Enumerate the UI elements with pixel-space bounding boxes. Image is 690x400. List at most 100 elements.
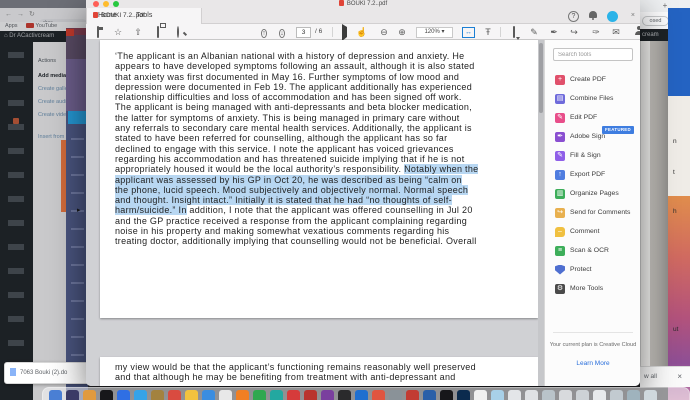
pane-toggle-arrow[interactable]: ▸ — [77, 206, 81, 214]
bookmark-youtube[interactable]: YouTube — [36, 23, 58, 29]
dock-app-icon[interactable] — [389, 390, 402, 400]
forward-icon[interactable]: → — [17, 11, 24, 18]
sign-pen-icon[interactable]: ✒ — [548, 26, 560, 38]
tool-protect[interactable]: Protect — [555, 260, 639, 279]
pencil-icon[interactable]: ✎ — [528, 26, 540, 38]
dock-app-icon[interactable] — [253, 390, 266, 400]
learn-more-link[interactable]: Learn More — [545, 360, 640, 367]
print-icon[interactable] — [152, 26, 164, 38]
search-tools-input[interactable] — [553, 48, 633, 61]
dock-app-icon[interactable] — [236, 390, 249, 400]
dock-app-icon[interactable] — [338, 390, 351, 400]
dock-app-icon[interactable] — [525, 390, 538, 400]
dock-app-icon[interactable] — [474, 390, 487, 400]
dock-app-icon[interactable] — [49, 390, 62, 400]
zoom-in-icon[interactable]: ⊕ — [396, 26, 408, 38]
dock-app-icon[interactable] — [83, 390, 96, 400]
close-window-button[interactable] — [93, 1, 99, 7]
tool-edit-pdf[interactable]: ✎Edit PDF — [555, 108, 639, 127]
dock-app-icon[interactable] — [576, 390, 589, 400]
scrollbar-thumb[interactable] — [539, 43, 543, 113]
dock-app-icon[interactable] — [440, 390, 453, 400]
back-icon[interactable]: ← — [5, 11, 12, 18]
dock-app-icon[interactable] — [287, 390, 300, 400]
dock-app-icon[interactable] — [508, 390, 521, 400]
star-icon[interactable]: ☆ — [112, 26, 124, 38]
dock-app-icon[interactable] — [185, 390, 198, 400]
dock-app-icon[interactable] — [151, 390, 164, 400]
tab-home[interactable]: Home — [98, 8, 117, 24]
avatar[interactable] — [607, 11, 618, 22]
tool-scan-ocr[interactable]: ≡Scan & OCR — [555, 241, 639, 260]
show-all-link[interactable]: w all — [644, 373, 657, 380]
text-selection-highlight: Notably when the — [404, 164, 478, 174]
page-down-icon[interactable]: ↓ — [276, 26, 288, 38]
page-number-input[interactable] — [296, 27, 311, 38]
strip-blue-button[interactable] — [68, 111, 86, 124]
help-icon[interactable]: ? — [568, 11, 579, 22]
mail-icon[interactable]: ✉ — [610, 26, 622, 38]
dock-app-icon[interactable] — [66, 390, 79, 400]
reload-icon[interactable]: ↻ — [29, 11, 35, 18]
tool-label: Scan & OCR — [570, 247, 609, 254]
fit-width-button[interactable]: ↔ — [462, 27, 475, 38]
dock-app-icon[interactable] — [423, 390, 436, 400]
save-icon[interactable] — [92, 26, 104, 38]
dock-app-icon[interactable] — [219, 390, 232, 400]
dock-app-icon[interactable] — [270, 390, 283, 400]
dock-app-icon[interactable] — [559, 390, 572, 400]
dock-app-icon[interactable] — [117, 390, 130, 400]
tool-send-comments[interactable]: ↪Send for Comments — [555, 203, 639, 222]
bookmark-apps[interactable]: Apps — [5, 23, 18, 29]
dock-app-icon[interactable] — [355, 390, 368, 400]
attach-pen-icon[interactable]: ✑ — [590, 26, 602, 38]
zoom-window-button[interactable] — [113, 1, 119, 7]
right-pill-button[interactable]: osed — [642, 16, 669, 26]
tool-fill-sign[interactable]: ✎Fill & Sign — [555, 146, 639, 165]
dock-app-icon[interactable] — [644, 390, 657, 400]
dock-app-icon[interactable] — [304, 390, 317, 400]
tool-combine-files[interactable]: ▤Combine Files — [555, 89, 639, 108]
dock-app-icon[interactable] — [134, 390, 147, 400]
dock-app-icon[interactable] — [100, 390, 113, 400]
download-item[interactable]: 7063 Bouki (2).do ▾ — [4, 362, 96, 384]
select-tool-icon[interactable] — [338, 26, 350, 38]
close-tab-icon[interactable]: × — [631, 8, 635, 24]
tool-create-pdf[interactable]: +Create PDF — [555, 70, 639, 89]
close-shelf-icon[interactable]: × — [677, 367, 682, 387]
acrobat-window: BOUKI 7.2..pdf Home Tools BOUKI 7.2..pdf… — [86, 0, 640, 386]
tool-comment[interactable]: ‒Comment — [555, 222, 639, 241]
reading-mode-icon[interactable]: Ŧ — [482, 26, 494, 38]
share-review-icon[interactable]: ↪ — [568, 26, 580, 38]
minimize-window-button[interactable] — [103, 1, 109, 7]
page-up-icon[interactable]: ↑ — [258, 26, 270, 38]
zoom-level-select[interactable]: 120% ▾ — [416, 27, 453, 38]
dock-app-icon[interactable] — [627, 390, 640, 400]
dock-app-icon[interactable] — [542, 390, 555, 400]
dock-app-icon[interactable] — [202, 390, 215, 400]
tool-export-pdf[interactable]: ↑Export PDF — [555, 165, 639, 184]
tab-tools[interactable]: Tools — [136, 8, 152, 24]
share-upload-icon[interactable]: ⇧ — [132, 26, 144, 38]
document-line: my view would be that the applicant’s fu… — [115, 362, 528, 372]
dock-app-icon[interactable] — [593, 390, 606, 400]
add-person-icon[interactable] — [628, 26, 640, 38]
tool-label: Adobe Sign — [570, 133, 605, 140]
zoom-out-icon[interactable]: ⊖ — [378, 26, 390, 38]
dock-app-icon[interactable] — [457, 390, 470, 400]
dock-app-icon[interactable] — [610, 390, 623, 400]
comment-icon[interactable] — [508, 26, 520, 38]
new-tab-icon[interactable]: + — [663, 1, 668, 10]
page-total-label: / 6 — [315, 24, 322, 40]
bell-icon[interactable] — [589, 9, 597, 18]
dock-app-icon[interactable] — [372, 390, 385, 400]
hand-tool-icon[interactable]: ☝ — [356, 26, 368, 38]
dock-app-icon[interactable] — [321, 390, 334, 400]
plan-text: Your current plan is Creative Cloud — [545, 342, 640, 348]
dock-app-icon[interactable] — [406, 390, 419, 400]
dock-app-icon[interactable] — [168, 390, 181, 400]
tool-organize-pages[interactable]: ▥Organize Pages — [555, 184, 639, 203]
tool-more-tools[interactable]: ⚙More Tools — [555, 279, 639, 298]
search-icon[interactable] — [172, 26, 184, 38]
dock-app-icon[interactable] — [491, 390, 504, 400]
